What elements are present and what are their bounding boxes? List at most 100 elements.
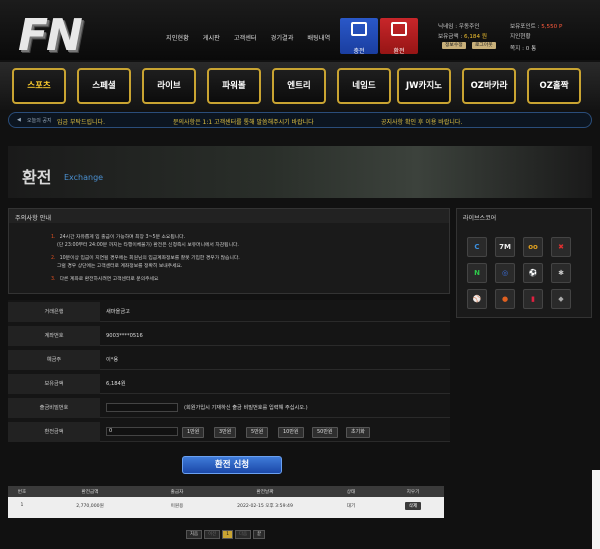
bank-row: 거래은행 새마을금고 xyxy=(8,302,450,322)
edit-info-button[interactable]: 정보수정 xyxy=(442,42,466,49)
notice-line: 1. 24시간 자유롭게 입 출금이 가능하며 최장 3~5분 소요됩니다. xyxy=(51,235,186,240)
holder-row: 예금주 이*용 xyxy=(8,350,450,370)
livescore-oo-icon[interactable]: oo xyxy=(523,237,543,257)
amount-30k-button[interactable]: 3만원 xyxy=(214,427,237,438)
balance-value: 6,184 원 xyxy=(464,34,487,40)
logout-button[interactable]: 로그아웃 xyxy=(472,42,496,49)
nav-oz-oddeven[interactable]: OZ홀짝 xyxy=(527,68,581,104)
page-subtitle: Exchange xyxy=(64,173,104,182)
holder-value: 이*용 xyxy=(106,357,119,363)
exchange-history: 번호 환전금액 출금자 환전날짜 상태 지우기 1 2,770,000원 이원용… xyxy=(8,486,444,518)
page-current[interactable]: 1 xyxy=(222,530,233,539)
message-label: 쪽지 : xyxy=(510,46,524,52)
withdraw-password-input[interactable] xyxy=(106,403,178,412)
page-last[interactable]: 끝 xyxy=(253,530,266,539)
nav-powerball[interactable]: 파워볼 xyxy=(207,68,261,104)
livescore-nba-ball-icon[interactable]: ● xyxy=(495,289,515,309)
row-amount: 2,770,000원 xyxy=(76,503,104,509)
table-row: 1 2,770,000원 이원용 2022-02-15 오후 3:59:49 대… xyxy=(8,497,444,514)
point-value: 5,550 P xyxy=(541,24,563,30)
amount-500k-button[interactable]: 50만원 xyxy=(312,427,338,438)
notice-line: 그럴 경우 상단에는 고객센터로 계좌정보를 정확히 보내주세요. xyxy=(57,264,183,269)
livescore-soccer-icon[interactable]: ⚽ xyxy=(523,263,543,283)
topnav-bet-history[interactable]: 배팅내역 xyxy=(307,33,330,42)
nav-special[interactable]: 스페셜 xyxy=(77,68,131,104)
livescore-panel: 라이브스코어 C 7M oo ✖ N ◎ ⚽ ✱ ⚾ ● ▮ ◆ xyxy=(456,208,592,318)
row-date: 2022-02-15 오후 3:59:49 xyxy=(237,503,293,509)
history-header-row: 번호 환전금액 출금자 환전날짜 상태 지우기 xyxy=(8,486,444,497)
notice-item: 입금 부탁드립니다. xyxy=(57,119,105,126)
livescore-mlb-icon[interactable]: ⚾ xyxy=(467,289,487,309)
row-name: 이원용 xyxy=(170,503,184,509)
top-navigation: 지인현황 게시판 고객센터 경기결과 배팅내역 xyxy=(166,33,344,42)
col-date: 환전날짜 xyxy=(210,486,320,497)
livescore-n-icon[interactable]: N xyxy=(467,263,487,283)
page-banner: 환전 Exchange xyxy=(8,146,592,198)
notice-line: (단 23:00부터 24:00분 까지는 타행이체불가) 환전은 신청즉시 보… xyxy=(57,243,239,248)
livescore-stars-icon[interactable]: ✱ xyxy=(551,263,571,283)
bank-label: 거래은행 xyxy=(8,302,100,322)
amount-reset-button[interactable]: 초기화 xyxy=(346,427,370,438)
amount-50k-button[interactable]: 5만원 xyxy=(246,427,269,438)
nav-entry[interactable]: 엔트리 xyxy=(272,68,326,104)
row-status: 대기 xyxy=(346,503,356,509)
charge-button[interactable]: 충전 xyxy=(340,18,378,55)
balance-row-value: 6,184원 xyxy=(106,381,126,387)
livescore-nhl-icon[interactable]: ◆ xyxy=(551,289,571,309)
notice-panel-title: 주의사항 안내 xyxy=(9,209,449,223)
page-title: 환전 xyxy=(22,168,52,187)
page: FN 지인현황 게시판 고객센터 경기결과 배팅내역 충전 환전 닉네임 : 우… xyxy=(0,0,600,549)
topnav-board[interactable]: 게시판 xyxy=(203,33,220,42)
exchange-button[interactable]: 환전 xyxy=(380,18,418,55)
nav-sports[interactable]: 스포츠 xyxy=(12,68,66,104)
topnav-support[interactable]: 고객센터 xyxy=(234,33,257,42)
amount-10k-button[interactable]: 1만원 xyxy=(182,427,205,438)
speaker-icon: ◀ xyxy=(17,117,21,123)
livescore-xx-icon[interactable]: ✖ xyxy=(551,237,571,257)
site-logo[interactable]: FN xyxy=(12,8,132,61)
password-row: 출금비밀번호 (회원가입시 기재하신 출금 비밀번호를 입력해 주십시오.) xyxy=(8,398,450,418)
nickname: 우동주인 xyxy=(458,24,480,30)
page-first[interactable]: 처음 xyxy=(186,530,203,539)
page-next[interactable]: 다음 xyxy=(234,530,252,539)
friends-link[interactable]: 지인현황 xyxy=(510,32,531,40)
livescore-nba-icon[interactable]: ▮ xyxy=(523,289,543,309)
col-no: 번호 xyxy=(8,486,36,497)
col-status: 상태 xyxy=(320,486,382,497)
topnav-friends[interactable]: 지인현황 xyxy=(166,33,189,42)
notice-item: 공지사항 확인 후 이용 바랍니다. xyxy=(381,119,463,126)
withdraw-password-label: 출금비밀번호 xyxy=(8,398,100,418)
delete-button[interactable]: 삭제 xyxy=(404,501,422,510)
col-amount: 환전금액 xyxy=(36,486,144,497)
password-hint: (회원가입시 기재하신 출금 비밀번호를 입력해 주십시오.) xyxy=(184,405,308,411)
amount-100k-button[interactable]: 10만원 xyxy=(278,427,304,438)
nav-named[interactable]: 네임드 xyxy=(337,68,391,104)
message-count: 0 통 xyxy=(525,46,537,52)
account-label: 계좌번호 xyxy=(8,326,100,346)
nickname-label: 닉네임 : xyxy=(438,24,458,30)
nav-jw-casino[interactable]: JW카지노 xyxy=(397,68,451,104)
balance-row-label: 보유금액 xyxy=(8,374,100,394)
exchange-submit-button[interactable]: 환전 신청 xyxy=(182,456,282,474)
nav-live[interactable]: 라이브 xyxy=(142,68,196,104)
notice-line: 2. 10분이상 입금이 지연될 경우에는 회원님의 입금계좌정보를 잘못 기입한… xyxy=(51,256,240,261)
topnav-results[interactable]: 경기결과 xyxy=(271,33,294,42)
livescore-ball-icon[interactable]: ◎ xyxy=(495,263,515,283)
pagination: 처음 이전 1 다음 끝 xyxy=(186,530,266,540)
balance-label: 보유금액 : xyxy=(438,34,463,40)
page-edge xyxy=(592,470,600,549)
main-navigation: 스포츠 스페셜 라이브 파워볼 엔트리 네임드 JW카지노 OZ바카라 OZ홀짝 xyxy=(0,62,600,110)
livescore-7m-icon[interactable]: 7M xyxy=(495,237,515,257)
nav-oz-baccarat[interactable]: OZ바카라 xyxy=(462,68,516,104)
page-prev[interactable]: 이전 xyxy=(204,530,221,539)
amount-row: 환전금액 0 1만원 3만원 5만원 10만원 50만원 초기화 xyxy=(8,422,450,442)
livescore-c-icon[interactable]: C xyxy=(467,237,487,257)
account-row: 계좌번호 9003****0516 xyxy=(8,326,450,346)
livescore-title: 라이브스코어 xyxy=(463,215,497,222)
amount-input[interactable]: 0 xyxy=(106,427,178,436)
notice-label: 오늘의 공지 xyxy=(27,118,52,124)
hand-coin-icon xyxy=(391,22,407,36)
balance-row: 보유금액 6,184원 xyxy=(8,374,450,394)
exchange-label: 환전 xyxy=(393,48,405,55)
point-label: 보유포인트 : xyxy=(510,24,540,30)
